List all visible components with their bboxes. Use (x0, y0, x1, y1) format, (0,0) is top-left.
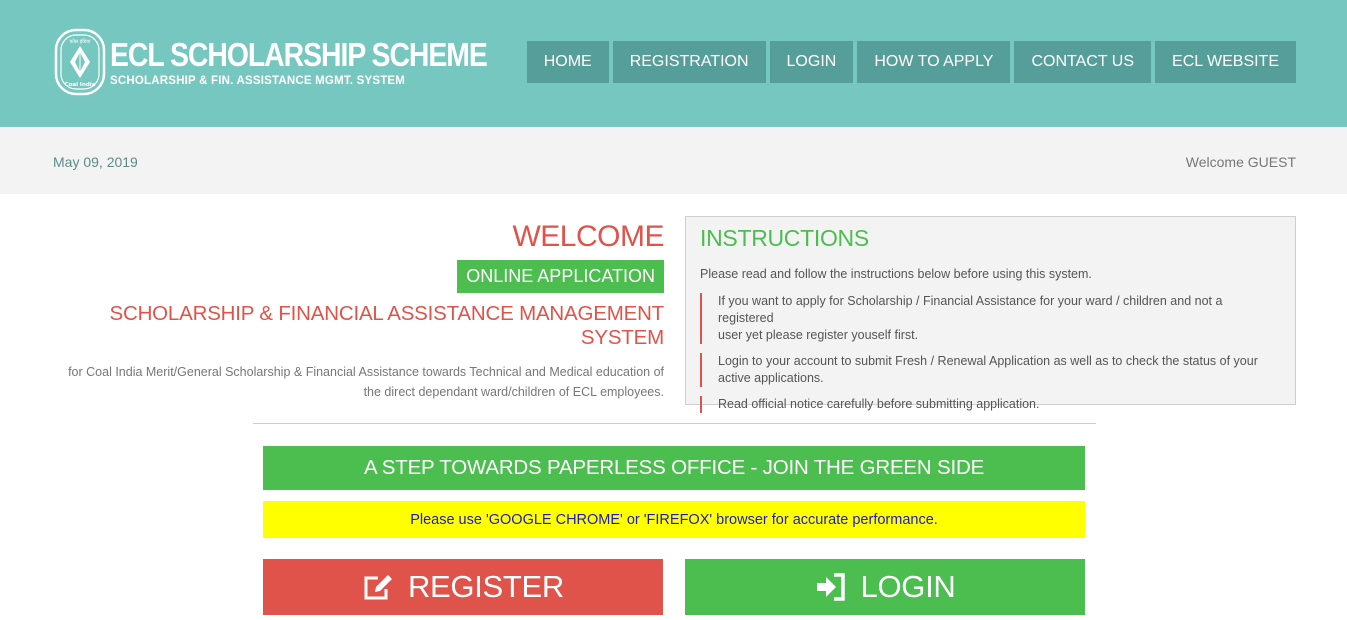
brand-logo[interactable]: कोल इंडिया Coal India ECL SCHOLARSHIP SC… (54, 28, 548, 96)
nav-how-to-apply[interactable]: HOW TO APPLY (857, 41, 1011, 83)
paperless-banner: A STEP TOWARDS PAPERLESS OFFICE - JOIN T… (263, 446, 1085, 490)
site-header: कोल इंडिया Coal India ECL SCHOLARSHIP SC… (0, 0, 1347, 127)
instruction-text: If you want to apply for Scholarship / F… (718, 294, 1223, 325)
system-description: for Coal India Merit/General Scholarship… (60, 362, 664, 402)
instructions-title: INSTRUCTIONS (700, 225, 869, 251)
nav-registration[interactable]: REGISTRATION (612, 41, 766, 83)
instruction-item: If you want to apply for Scholarship / F… (700, 293, 1281, 344)
svg-text:कोल इंडिया: कोल इंडिया (70, 38, 91, 45)
welcome-heading: WELCOME (512, 220, 664, 253)
browser-notice: Please use 'GOOGLE CHROME' or 'FIREFOX' … (263, 501, 1085, 538)
section-divider (253, 423, 1096, 424)
nav-home[interactable]: HOME (526, 41, 609, 83)
instruction-text: user yet please register youself first. (718, 328, 919, 342)
instruction-item: Login to your account to submit Fresh / … (700, 353, 1281, 387)
instruction-text: Read official notice carefully before su… (718, 397, 1040, 411)
register-button[interactable]: REGISTER (263, 559, 663, 615)
login-button[interactable]: LOGIN (685, 559, 1085, 615)
current-date: May 09, 2019 (53, 154, 138, 170)
nav-contact-us[interactable]: CONTACT US (1014, 41, 1152, 83)
svg-text:Coal India: Coal India (65, 82, 96, 88)
instructions-panel: INSTRUCTIONS Please read and follow the … (685, 216, 1296, 413)
instruction-text: Login to your account to submit Fresh / … (718, 354, 1258, 368)
instructions-intro: Please read and follow the instructions … (700, 267, 1092, 281)
nav-ecl-website[interactable]: ECL WEBSITE (1155, 41, 1296, 83)
welcome-section: WELCOME ONLINE APPLICATION SCHOLARSHIP &… (60, 218, 664, 402)
brand-title: ECL SCHOLARSHIP SCHEME (110, 36, 488, 73)
instruction-text: active applications. (718, 371, 824, 385)
system-title: SCHOLARSHIP & FINANCIAL ASSISTANCE MANAG… (109, 302, 665, 349)
system-description-line: for Coal India Merit/General Scholarship… (68, 365, 664, 379)
main-nav: HOME REGISTRATION LOGIN HOW TO APPLY CON… (526, 41, 1296, 83)
online-application-badge: ONLINE APPLICATION (457, 260, 664, 293)
login-button-label: LOGIN (860, 569, 956, 604)
welcome-user: Welcome GUEST (1185, 154, 1296, 170)
instruction-item: Read official notice carefully before su… (700, 396, 1281, 413)
register-button-label: REGISTER (407, 569, 565, 604)
nav-login[interactable]: LOGIN (769, 41, 854, 83)
edit-icon (364, 575, 392, 600)
info-bar: May 09, 2019 Welcome GUEST (0, 127, 1347, 194)
instructions-list: If you want to apply for Scholarship / F… (700, 293, 1281, 413)
coal-india-emblem-icon: कोल इंडिया Coal India (54, 28, 106, 96)
system-description-line: the direct dependant ward/children of EC… (363, 385, 664, 399)
brand-subtitle: SCHOLARSHIP & FIN. ASSISTANCE MGMT. SYST… (110, 75, 406, 87)
sign-in-icon (816, 573, 845, 601)
